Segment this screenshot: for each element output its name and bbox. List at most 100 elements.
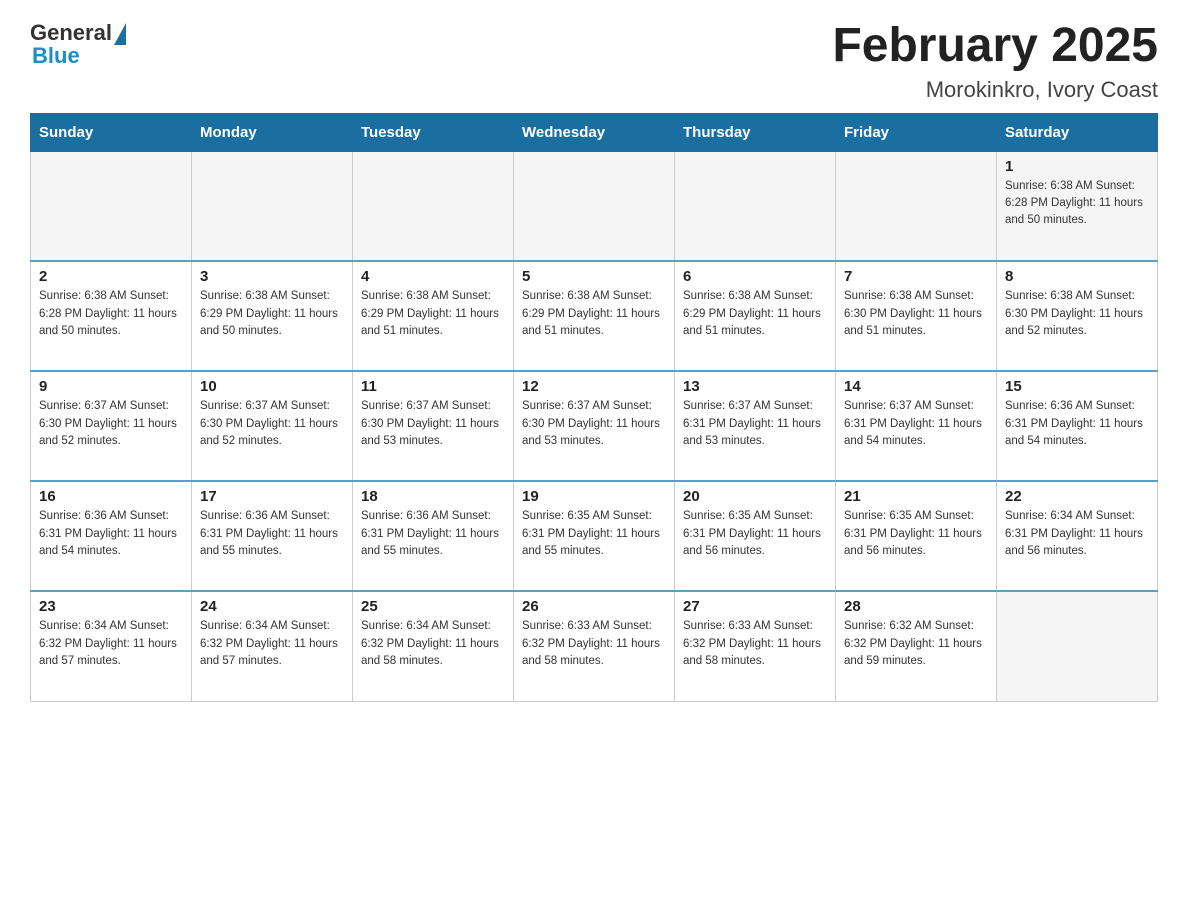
table-row: 9 Sunrise: 6:37 AM Sunset: 6:30 PM Daylig… xyxy=(31,371,192,481)
day-info: Sunrise: 6:35 AM Sunset: 6:31 PM Dayligh… xyxy=(522,508,666,560)
day-info: Sunrise: 6:38 AM Sunset: 6:30 PM Dayligh… xyxy=(844,288,988,340)
table-row xyxy=(192,151,353,261)
day-number: 5 xyxy=(522,268,666,285)
day-number: 22 xyxy=(1005,488,1149,505)
table-row: 16 Sunrise: 6:36 AM Sunset: 6:31 PM Dayli… xyxy=(31,481,192,591)
table-row: 17 Sunrise: 6:36 AM Sunset: 6:31 PM Dayli… xyxy=(192,481,353,591)
calendar-table: Sunday Monday Tuesday Wednesday Thursday… xyxy=(30,113,1158,702)
table-row: 1 Sunrise: 6:38 AM Sunset: 6:28 PM Daylig… xyxy=(997,151,1158,261)
table-row: 22 Sunrise: 6:34 AM Sunset: 6:31 PM Dayli… xyxy=(997,481,1158,591)
day-number: 17 xyxy=(200,488,344,505)
day-info: Sunrise: 6:38 AM Sunset: 6:28 PM Dayligh… xyxy=(39,288,183,340)
day-number: 3 xyxy=(200,268,344,285)
calendar-title: February 2025 xyxy=(832,20,1158,73)
table-row: 26 Sunrise: 6:33 AM Sunset: 6:32 PM Dayli… xyxy=(514,591,675,701)
table-row: 15Sunrise: 6:36 AM Sunset: 6:31 PM Dayli… xyxy=(997,371,1158,481)
calendar-week-row: 23 Sunrise: 6:34 AM Sunset: 6:32 PM Dayli… xyxy=(31,591,1158,701)
logo: General Blue xyxy=(30,20,126,69)
day-info: Sunrise: 6:36 AM Sunset: 6:31 PM Dayligh… xyxy=(200,508,344,560)
day-number: 12 xyxy=(522,378,666,395)
day-number: 18 xyxy=(361,488,505,505)
logo-triangle-icon xyxy=(114,23,126,45)
table-row: 21 Sunrise: 6:35 AM Sunset: 6:31 PM Dayli… xyxy=(836,481,997,591)
header-friday: Friday xyxy=(836,113,997,151)
day-number: 21 xyxy=(844,488,988,505)
table-row: 18 Sunrise: 6:36 AM Sunset: 6:31 PM Dayli… xyxy=(353,481,514,591)
table-row: 3Sunrise: 6:38 AM Sunset: 6:29 PM Daylig… xyxy=(192,261,353,371)
day-number: 28 xyxy=(844,598,988,615)
day-info: Sunrise: 6:36 AM Sunset: 6:31 PM Dayligh… xyxy=(361,508,505,560)
table-row: 19 Sunrise: 6:35 AM Sunset: 6:31 PM Dayli… xyxy=(514,481,675,591)
table-row: 14 Sunrise: 6:37 AM Sunset: 6:31 PM Dayli… xyxy=(836,371,997,481)
day-number: 9 xyxy=(39,378,183,395)
table-row: 12Sunrise: 6:37 AM Sunset: 6:30 PM Dayli… xyxy=(514,371,675,481)
title-block: February 2025 Morokinkro, Ivory Coast xyxy=(832,20,1158,103)
table-row xyxy=(836,151,997,261)
day-info: Sunrise: 6:38 AM Sunset: 6:29 PM Dayligh… xyxy=(522,288,666,340)
calendar-subtitle: Morokinkro, Ivory Coast xyxy=(832,77,1158,103)
day-info: Sunrise: 6:35 AM Sunset: 6:31 PM Dayligh… xyxy=(683,508,827,560)
day-info: Sunrise: 6:33 AM Sunset: 6:32 PM Dayligh… xyxy=(683,618,827,670)
day-number: 20 xyxy=(683,488,827,505)
day-number: 16 xyxy=(39,488,183,505)
table-row: 10 Sunrise: 6:37 AM Sunset: 6:30 PM Dayli… xyxy=(192,371,353,481)
day-number: 4 xyxy=(361,268,505,285)
page-header: General Blue February 2025 Morokinkro, I… xyxy=(30,20,1158,103)
day-info: Sunrise: 6:33 AM Sunset: 6:32 PM Dayligh… xyxy=(522,618,666,670)
header-thursday: Thursday xyxy=(675,113,836,151)
table-row: 7 Sunrise: 6:38 AM Sunset: 6:30 PM Daylig… xyxy=(836,261,997,371)
logo-general-text: General xyxy=(30,20,112,45)
day-info: Sunrise: 6:34 AM Sunset: 6:32 PM Dayligh… xyxy=(361,618,505,670)
day-info: Sunrise: 6:37 AM Sunset: 6:31 PM Dayligh… xyxy=(844,398,988,450)
day-number: 19 xyxy=(522,488,666,505)
day-info: Sunrise: 6:36 AM Sunset: 6:31 PM Dayligh… xyxy=(1005,398,1149,450)
table-row: 27 Sunrise: 6:33 AM Sunset: 6:32 PM Dayli… xyxy=(675,591,836,701)
day-info: Sunrise: 6:38 AM Sunset: 6:30 PM Dayligh… xyxy=(1005,288,1149,340)
table-row: 28 Sunrise: 6:32 AM Sunset: 6:32 PM Dayli… xyxy=(836,591,997,701)
table-row: 13 Sunrise: 6:37 AM Sunset: 6:31 PM Dayli… xyxy=(675,371,836,481)
day-number: 2 xyxy=(39,268,183,285)
day-info: Sunrise: 6:37 AM Sunset: 6:30 PM Dayligh… xyxy=(39,398,183,450)
day-number: 14 xyxy=(844,378,988,395)
table-row: 24Sunrise: 6:34 AM Sunset: 6:32 PM Dayli… xyxy=(192,591,353,701)
day-info: Sunrise: 6:34 AM Sunset: 6:31 PM Dayligh… xyxy=(1005,508,1149,560)
day-info: Sunrise: 6:38 AM Sunset: 6:29 PM Dayligh… xyxy=(683,288,827,340)
day-number: 10 xyxy=(200,378,344,395)
table-row: 6Sunrise: 6:38 AM Sunset: 6:29 PM Daylig… xyxy=(675,261,836,371)
table-row xyxy=(31,151,192,261)
day-number: 27 xyxy=(683,598,827,615)
day-number: 25 xyxy=(361,598,505,615)
day-info: Sunrise: 6:35 AM Sunset: 6:31 PM Dayligh… xyxy=(844,508,988,560)
calendar-week-row: 16 Sunrise: 6:36 AM Sunset: 6:31 PM Dayli… xyxy=(31,481,1158,591)
header-monday: Monday xyxy=(192,113,353,151)
table-row: 11Sunrise: 6:37 AM Sunset: 6:30 PM Dayli… xyxy=(353,371,514,481)
table-row: 25 Sunrise: 6:34 AM Sunset: 6:32 PM Dayli… xyxy=(353,591,514,701)
day-number: 7 xyxy=(844,268,988,285)
table-row xyxy=(997,591,1158,701)
table-row xyxy=(675,151,836,261)
day-info: Sunrise: 6:38 AM Sunset: 6:28 PM Dayligh… xyxy=(1005,178,1149,230)
logo-blue-text: Blue xyxy=(30,43,126,69)
table-row: 5 Sunrise: 6:38 AM Sunset: 6:29 PM Daylig… xyxy=(514,261,675,371)
calendar-week-row: 9 Sunrise: 6:37 AM Sunset: 6:30 PM Daylig… xyxy=(31,371,1158,481)
day-info: Sunrise: 6:36 AM Sunset: 6:31 PM Dayligh… xyxy=(39,508,183,560)
table-row: 23Sunrise: 6:34 AM Sunset: 6:32 PM Dayli… xyxy=(31,591,192,701)
day-number: 1 xyxy=(1005,158,1149,175)
day-number: 23 xyxy=(39,598,183,615)
header-tuesday: Tuesday xyxy=(353,113,514,151)
day-number: 26 xyxy=(522,598,666,615)
table-row: 20 Sunrise: 6:35 AM Sunset: 6:31 PM Dayli… xyxy=(675,481,836,591)
weekday-header-row: Sunday Monday Tuesday Wednesday Thursday… xyxy=(31,113,1158,151)
day-info: Sunrise: 6:37 AM Sunset: 6:30 PM Dayligh… xyxy=(361,398,505,450)
day-info: Sunrise: 6:38 AM Sunset: 6:29 PM Dayligh… xyxy=(361,288,505,340)
day-info: Sunrise: 6:37 AM Sunset: 6:31 PM Dayligh… xyxy=(683,398,827,450)
day-number: 13 xyxy=(683,378,827,395)
header-saturday: Saturday xyxy=(997,113,1158,151)
day-info: Sunrise: 6:37 AM Sunset: 6:30 PM Dayligh… xyxy=(200,398,344,450)
calendar-week-row: 1 Sunrise: 6:38 AM Sunset: 6:28 PM Daylig… xyxy=(31,151,1158,261)
table-row: 8Sunrise: 6:38 AM Sunset: 6:30 PM Daylig… xyxy=(997,261,1158,371)
table-row: 2 Sunrise: 6:38 AM Sunset: 6:28 PM Daylig… xyxy=(31,261,192,371)
table-row xyxy=(514,151,675,261)
calendar-week-row: 2 Sunrise: 6:38 AM Sunset: 6:28 PM Daylig… xyxy=(31,261,1158,371)
day-info: Sunrise: 6:32 AM Sunset: 6:32 PM Dayligh… xyxy=(844,618,988,670)
